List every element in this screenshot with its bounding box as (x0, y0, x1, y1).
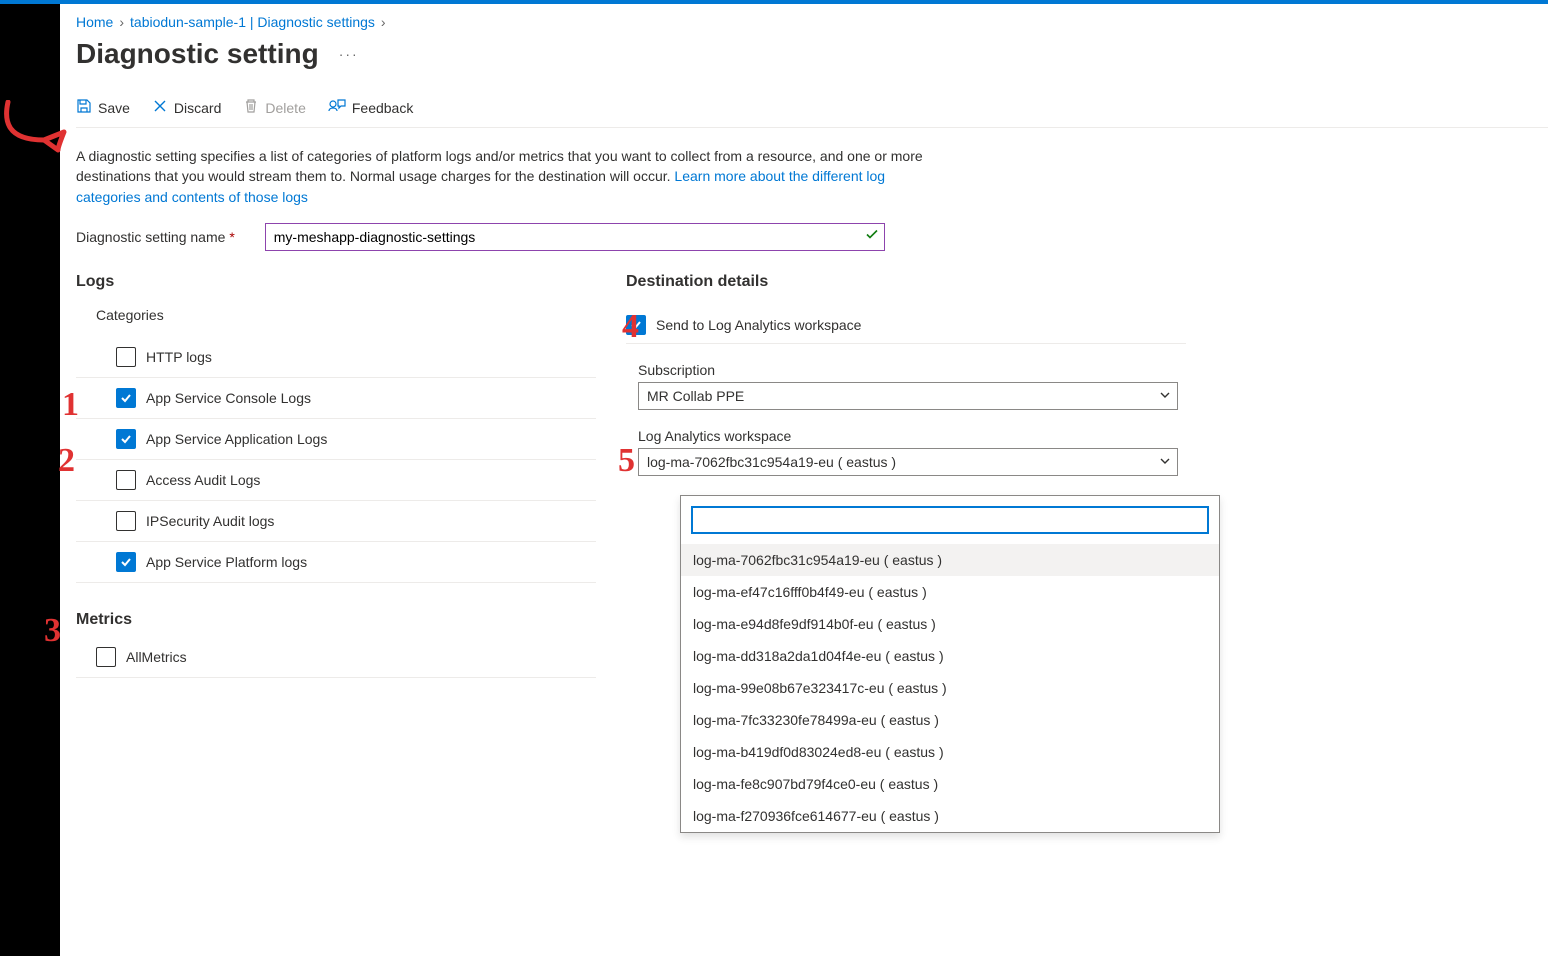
workspace-option[interactable]: log-ma-dd318a2da1d04f4e-eu ( eastus ) (681, 640, 1219, 672)
log-category-checkbox[interactable] (116, 511, 136, 531)
workspace-search-input[interactable] (691, 506, 1209, 534)
log-category-label: App Service Console Logs (146, 390, 311, 406)
log-category-row: Access Audit Logs (76, 460, 596, 501)
workspace-option[interactable]: log-ma-f270936fce614677-eu ( eastus ) (681, 800, 1219, 832)
log-category-row: App Service Console Logs (76, 378, 596, 419)
workspace-option-list[interactable]: log-ma-7062fbc31c954a19-eu ( eastus )log… (681, 544, 1219, 832)
log-category-checkbox[interactable] (116, 470, 136, 490)
workspace-option[interactable]: log-ma-ef47c16fff0b4f49-eu ( eastus ) (681, 576, 1219, 608)
chevron-down-icon (1159, 454, 1171, 470)
discard-button[interactable]: Discard (152, 98, 221, 117)
workspace-option[interactable]: log-ma-b419df0d83024ed8-eu ( eastus ) (681, 736, 1219, 768)
log-category-label: IPSecurity Audit logs (146, 513, 274, 529)
logs-heading: Logs (76, 273, 596, 291)
workspace-option[interactable]: log-ma-99e08b67e323417c-eu ( eastus ) (681, 672, 1219, 704)
workspace-label: Log Analytics workspace (638, 428, 1186, 444)
workspace-option[interactable]: log-ma-7fc33230fe78499a-eu ( eastus ) (681, 704, 1219, 736)
breadcrumb-sep: › (119, 14, 124, 30)
metrics-heading: Metrics (76, 611, 596, 629)
log-category-label: Access Audit Logs (146, 472, 260, 488)
log-category-label: HTTP logs (146, 349, 212, 365)
send-la-label: Send to Log Analytics workspace (656, 317, 861, 333)
log-category-row: HTTP logs (76, 337, 596, 378)
save-icon (76, 98, 92, 117)
feedback-icon (328, 98, 346, 117)
setting-name-input[interactable] (265, 223, 885, 251)
workspace-option[interactable]: log-ma-e94d8fe9df914b0f-eu ( eastus ) (681, 608, 1219, 640)
feedback-button[interactable]: Feedback (328, 98, 413, 117)
log-category-row: App Service Platform logs (76, 542, 596, 583)
breadcrumb-trailing-chevron: › (381, 14, 386, 30)
log-category-checkbox[interactable] (116, 347, 136, 367)
toolbar: Save Discard Delete Feedback (76, 98, 1548, 128)
save-button[interactable]: Save (76, 98, 130, 117)
trash-icon (243, 98, 259, 117)
discard-label: Discard (174, 100, 221, 116)
page-actions-ellipsis[interactable]: ··· (339, 46, 359, 62)
metric-allmetrics-label: AllMetrics (126, 649, 187, 665)
subscription-value: MR Collab PPE (647, 388, 744, 404)
chevron-down-icon (1159, 388, 1171, 404)
subscription-select[interactable]: MR Collab PPE (638, 382, 1178, 410)
categories-subheading: Categories (96, 307, 596, 323)
setting-name-label: Diagnostic setting name * (76, 229, 235, 245)
page-title: Diagnostic setting (76, 38, 319, 70)
workspace-value: log-ma-7062fbc31c954a19-eu ( eastus ) (647, 454, 896, 470)
metric-allmetrics-checkbox[interactable] (96, 647, 116, 667)
log-category-label: App Service Application Logs (146, 431, 327, 447)
send-la-row: Send to Log Analytics workspace (626, 307, 1186, 344)
breadcrumb-home[interactable]: Home (76, 14, 113, 30)
log-category-row: IPSecurity Audit logs (76, 501, 596, 542)
delete-button: Delete (243, 98, 305, 117)
destination-heading: Destination details (626, 273, 1186, 291)
subscription-label: Subscription (638, 362, 1186, 378)
workspace-dropdown: log-ma-7062fbc31c954a19-eu ( eastus )log… (680, 495, 1220, 833)
workspace-option[interactable]: log-ma-fe8c907bd79f4ce0-eu ( eastus ) (681, 768, 1219, 800)
log-category-checkbox[interactable] (116, 429, 136, 449)
metric-allmetrics-row: AllMetrics (76, 637, 596, 678)
send-la-checkbox[interactable] (626, 315, 646, 335)
breadcrumb: Home › tabiodun-sample-1 | Diagnostic se… (76, 14, 1548, 30)
log-category-checkbox[interactable] (116, 388, 136, 408)
save-label: Save (98, 100, 130, 116)
log-category-checkbox[interactable] (116, 552, 136, 572)
intro-text: A diagnostic setting specifies a list of… (76, 146, 936, 207)
log-category-row: App Service Application Logs (76, 419, 596, 460)
left-sidebar (0, 4, 60, 956)
valid-check-icon (865, 227, 879, 246)
feedback-label: Feedback (352, 100, 413, 116)
delete-label: Delete (265, 100, 305, 116)
close-icon (152, 98, 168, 117)
breadcrumb-resource[interactable]: tabiodun-sample-1 | Diagnostic settings (130, 14, 375, 30)
log-category-label: App Service Platform logs (146, 554, 307, 570)
workspace-option[interactable]: log-ma-7062fbc31c954a19-eu ( eastus ) (681, 544, 1219, 576)
workspace-select[interactable]: log-ma-7062fbc31c954a19-eu ( eastus ) (638, 448, 1178, 476)
